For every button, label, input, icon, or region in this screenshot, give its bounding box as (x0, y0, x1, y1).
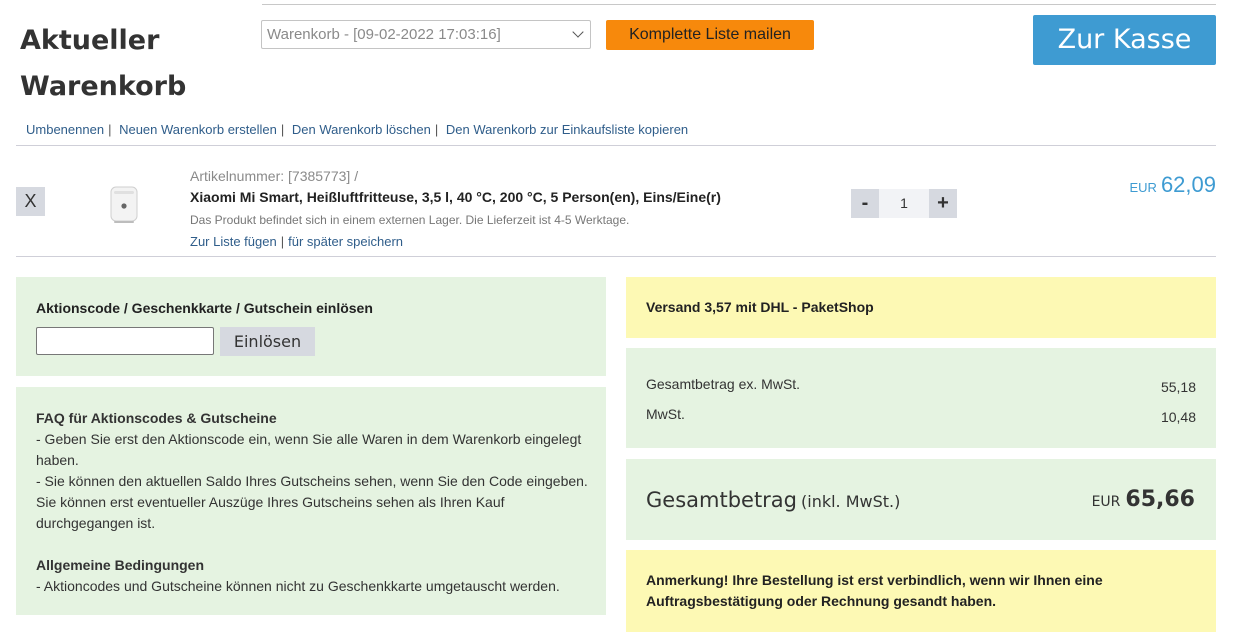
new-cart-link[interactable]: Neuen Warenkorb erstellen (119, 122, 277, 137)
faq-text: FAQ für Aktionscodes & Gutscheine - Gebe… (36, 408, 591, 597)
voucher-panel: Aktionscode / Geschenkkarte / Gutschein … (16, 277, 606, 376)
air-fryer-icon (110, 186, 138, 223)
net-total-label: Gesamtbetrag ex. MwSt. (646, 376, 801, 392)
grand-total-subtitle: (inkl. MwSt.) (801, 492, 901, 511)
separator: | (434, 122, 439, 137)
net-total-value: 55,18 (1160, 379, 1196, 395)
separator: | (280, 234, 285, 249)
item-price: EUR 62,09 (1129, 172, 1216, 198)
grand-total-value: EUR 65,66 (1092, 487, 1195, 512)
item-price-amount: 62,09 (1160, 172, 1216, 197)
product-image[interactable] (105, 184, 143, 226)
redeem-button[interactable]: Einlösen (220, 327, 315, 356)
quantity-increase-button[interactable]: + (929, 189, 957, 218)
checkout-button[interactable]: Zur Kasse (1033, 15, 1216, 65)
separator: | (280, 122, 285, 137)
stock-info: Das Produkt befindet sich in einem exter… (190, 213, 630, 227)
vat-row: MwSt. 10,48 (646, 406, 1196, 425)
mail-list-button[interactable]: Komplette Liste mailen (606, 20, 814, 50)
grand-total-label: Gesamtbetrag (inkl. MwSt.) (646, 488, 900, 512)
order-note-panel: Anmerkung! Ihre Bestellung ist erst verb… (626, 550, 1216, 632)
voucher-code-input[interactable] (36, 327, 214, 355)
cart-select[interactable]: Warenkorb - [09-02-2022 17:03:16] (261, 20, 591, 49)
product-name[interactable]: Xiaomi Mi Smart, Heißluftfritteuse, 3,5 … (190, 189, 721, 205)
voucher-title: Aktionscode / Geschenkkarte / Gutschein … (36, 300, 373, 316)
top-divider (262, 4, 1216, 5)
faq-line: - Geben Sie erst den Aktionscode ein, we… (36, 431, 582, 468)
conditions-heading: Allgemeine Bedingungen (36, 557, 205, 573)
order-note-text: Anmerkung! Ihre Bestellung ist erst verb… (646, 572, 1103, 609)
quantity-value[interactable]: 1 (879, 189, 929, 218)
item-links: Zur Liste fügen | für später speichern (190, 234, 403, 249)
quantity-decrease-button[interactable]: - (851, 189, 879, 218)
separator: | (108, 122, 112, 137)
item-price-currency: EUR (1129, 180, 1157, 195)
subtotal-panel: Gesamtbetrag ex. MwSt. 55,18 MwSt. 10,48 (626, 348, 1216, 448)
vat-value: 10,48 (1160, 409, 1196, 425)
net-total-row: Gesamtbetrag ex. MwSt. 55,18 (646, 376, 1196, 395)
shipping-text: Versand 3,57 mit DHL - PaketShop (646, 299, 874, 315)
faq-heading: FAQ für Aktionscodes & Gutscheine (36, 410, 277, 426)
article-number: Artikelnummer: [7385773] / (190, 168, 359, 184)
page-title: Aktueller Warenkorb (20, 25, 187, 102)
grand-total-amount: 65,66 (1125, 487, 1195, 512)
faq-panel: FAQ für Aktionscodes & Gutscheine - Gebe… (16, 387, 606, 615)
remove-item-button[interactable]: X (16, 187, 45, 216)
chevron-down-icon (572, 26, 584, 38)
cart-actions: Umbenennen | Neuen Warenkorb erstellen | D… (26, 122, 688, 137)
copy-to-shopping-list-link[interactable]: Den Warenkorb zur Einkaufsliste kopieren (446, 122, 688, 137)
vat-label: MwSt. (646, 406, 685, 422)
grand-total-title: Gesamtbetrag (646, 488, 798, 512)
conditions-line: - Aktioncodes und Gutscheine können nich… (36, 578, 560, 594)
faq-line: - Sie können den aktuellen Saldo Ihres G… (36, 473, 588, 531)
delete-cart-link[interactable]: Den Warenkorb löschen (292, 122, 431, 137)
add-to-list-link[interactable]: Zur Liste fügen (190, 234, 277, 249)
cart-select-value: Warenkorb - [09-02-2022 17:03:16] (267, 26, 501, 43)
save-for-later-link[interactable]: für später speichern (288, 234, 403, 249)
divider (16, 256, 1216, 257)
shipping-panel: Versand 3,57 mit DHL - PaketShop (626, 277, 1216, 338)
grand-total-currency: EUR (1091, 494, 1121, 510)
grand-total-panel: Gesamtbetrag (inkl. MwSt.) EUR 65,66 (626, 459, 1216, 540)
divider (16, 145, 1216, 146)
rename-link[interactable]: Umbenennen (26, 122, 104, 137)
